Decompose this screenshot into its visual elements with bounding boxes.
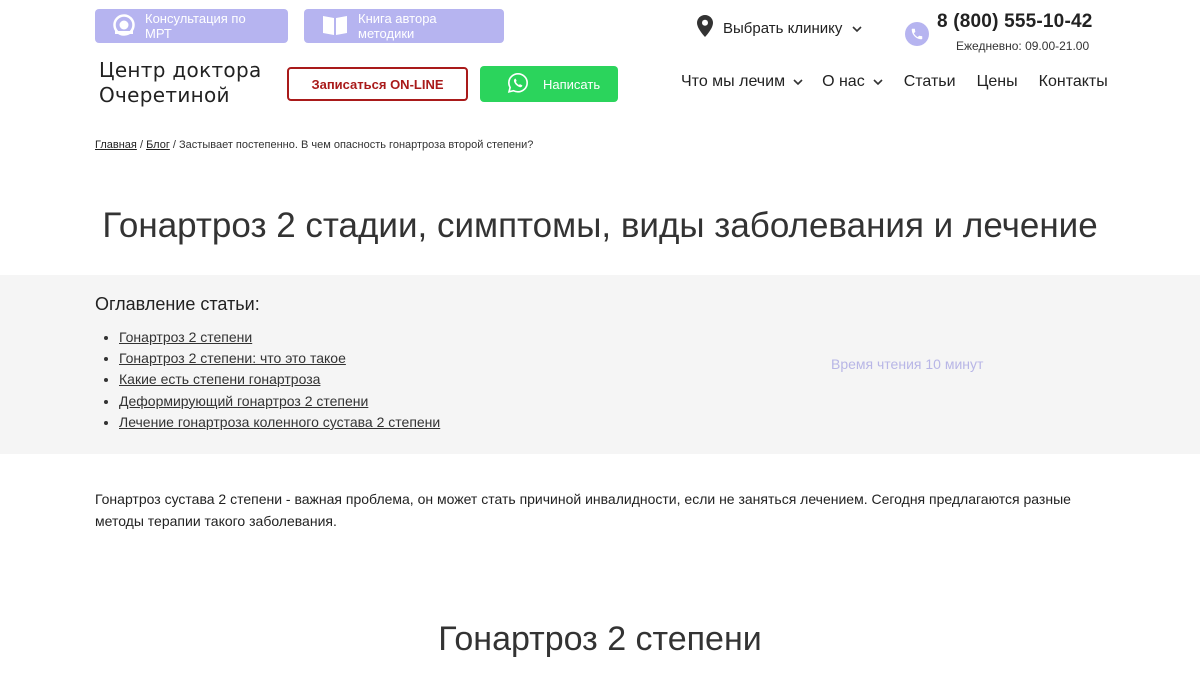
nav-item-what-we-treat[interactable]: Что мы лечим xyxy=(681,73,803,91)
toc-list: Гонартроз 2 степени Гонартроз 2 степени:… xyxy=(119,327,440,433)
toc-link[interactable]: Гонартроз 2 степени: что это такое xyxy=(119,350,346,366)
nav-item-label: О нас xyxy=(822,73,865,90)
nav-item-articles[interactable]: Статьи xyxy=(904,73,956,91)
author-book-label: Книга автора методики xyxy=(358,11,437,41)
table-of-contents: Оглавление статьи: Гонартроз 2 степени Г… xyxy=(0,275,1200,454)
breadcrumb: Главная / Блог / Застывает постепенно. В… xyxy=(95,139,533,151)
working-hours: Ежедневно: 09.00-21.00 xyxy=(956,39,1090,53)
toc-item: Гонартроз 2 степени: что это такое xyxy=(119,348,440,369)
toc-title: Оглавление статьи: xyxy=(95,294,260,314)
reading-time: Время чтения 10 минут xyxy=(831,356,984,372)
nav-item-label: Контакты xyxy=(1038,73,1108,90)
toc-link[interactable]: Лечение гонартроза коленного сустава 2 с… xyxy=(119,414,440,430)
chevron-down-icon xyxy=(793,73,803,91)
phone-icon[interactable] xyxy=(905,22,929,46)
chevron-down-icon xyxy=(852,20,862,37)
toc-link[interactable]: Гонартроз 2 степени xyxy=(119,329,252,345)
clinic-select-label: Выбрать клинику xyxy=(723,19,843,37)
nav-item-contacts[interactable]: Контакты xyxy=(1039,73,1108,91)
chevron-down-icon xyxy=(873,73,883,91)
toc-item: Деформирующий гонартроз 2 степени xyxy=(119,391,440,412)
main-navigation: Что мы лечим О нас Статьи Цены Контакты xyxy=(681,73,1108,91)
nav-item-label: Статьи xyxy=(903,73,956,90)
toc-link[interactable]: Деформирующий гонартроз 2 степени xyxy=(119,393,368,409)
page-title: Гонартроз 2 стадии, симптомы, виды забол… xyxy=(102,206,1098,245)
whatsapp-icon xyxy=(507,72,529,97)
toc-item: Какие есть степени гонартроза xyxy=(119,369,440,390)
whatsapp-write-label: Написать xyxy=(543,76,601,92)
clinic-select-dropdown[interactable]: Выбрать клинику xyxy=(697,15,862,41)
online-booking-button[interactable]: Записаться ON-LINE xyxy=(287,67,468,101)
section-heading: Гонартроз 2 степени xyxy=(438,620,762,658)
breadcrumb-blog-link[interactable]: Блог xyxy=(146,139,170,151)
mri-consultation-label: Консультация по МРТ xyxy=(145,11,246,41)
nav-item-about[interactable]: О нас xyxy=(822,73,883,91)
whatsapp-write-button[interactable]: Написать xyxy=(480,66,618,102)
location-pin-icon xyxy=(697,15,713,41)
breadcrumb-home-link[interactable]: Главная xyxy=(95,139,137,151)
nav-item-prices[interactable]: Цены xyxy=(977,73,1018,91)
author-book-button[interactable]: Книга автора методики xyxy=(304,9,504,43)
mri-consultation-button[interactable]: Консультация по МРТ xyxy=(95,9,288,43)
toc-link[interactable]: Какие есть степени гонартроза xyxy=(119,371,320,387)
nav-item-label: Цены xyxy=(976,73,1018,90)
nav-item-label: Что мы лечим xyxy=(681,73,786,90)
phone-number-link[interactable]: 8 (800) 555-10-42 xyxy=(937,11,1093,33)
breadcrumb-current: Застывает постепенно. В чем опасность го… xyxy=(179,139,534,151)
logo-line-2: Очеретиной xyxy=(99,83,230,107)
site-logo[interactable]: Центр доктора Очеретиной xyxy=(99,58,262,108)
book-icon xyxy=(322,14,348,39)
toc-item: Гонартроз 2 степени xyxy=(119,327,440,348)
mri-machine-icon xyxy=(113,13,135,39)
toc-item: Лечение гонартроза коленного сустава 2 с… xyxy=(119,412,440,433)
logo-line-1: Центр доктора xyxy=(99,58,262,82)
intro-paragraph: Гонартроз сустава 2 степени - важная про… xyxy=(95,491,1071,529)
